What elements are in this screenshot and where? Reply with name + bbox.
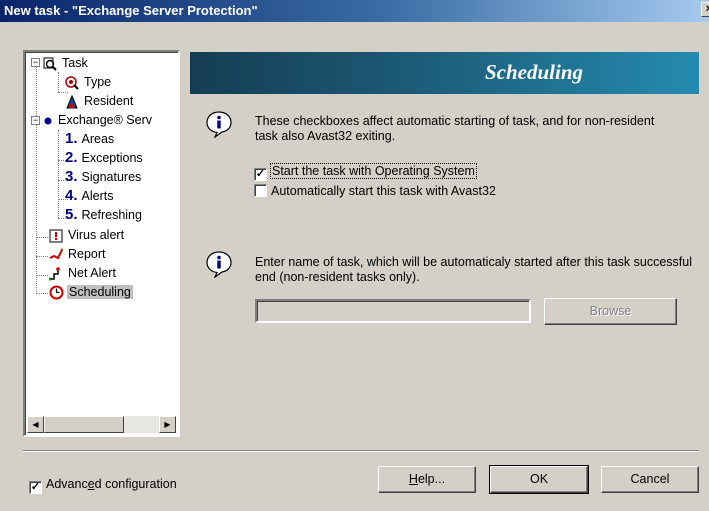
exchange-dot-icon <box>44 117 52 125</box>
window-title: New task - "Exchange Server Protection" <box>4 3 258 18</box>
virus-alert-icon <box>49 229 63 243</box>
tree-item-virus-alert[interactable]: Virus alert <box>49 227 126 245</box>
report-icon <box>49 248 63 260</box>
arrow-left-icon: ◀ <box>32 420 39 429</box>
next-task-name-input[interactable] <box>255 299 531 323</box>
checkbox-start-with-avast[interactable]: Automatically start this task with Avast… <box>254 184 496 200</box>
ok-button[interactable]: OK <box>489 465 589 494</box>
tree-item-exchange[interactable]: Exchange® Serv <box>43 112 154 130</box>
footer-separator <box>23 450 699 452</box>
advanced-label: Advanced configuration <box>46 477 177 491</box>
tree-item-exceptions[interactable]: 2. Exceptions <box>65 150 145 168</box>
number-4-icon: 4. <box>65 187 78 204</box>
info-text-checkboxes: These checkboxes affect automatic starti… <box>255 114 655 143</box>
net-alert-icon <box>49 266 60 281</box>
scroll-thumb[interactable] <box>44 416 124 433</box>
info-icon <box>206 251 232 278</box>
scroll-right-button[interactable]: ▶ <box>159 416 176 433</box>
cancel-button[interactable]: Cancel <box>601 466 699 493</box>
number-1-icon: 1. <box>65 130 78 147</box>
checkbox-avast-box[interactable] <box>254 184 267 197</box>
number-5-icon: 5. <box>65 206 78 223</box>
task-search-icon <box>43 57 57 71</box>
tree-item-task[interactable]: Task <box>43 55 90 73</box>
tree-item-resident[interactable]: Resident <box>65 93 135 111</box>
tree-item-net-alert[interactable]: Net Alert <box>49 265 118 283</box>
tree-item-areas[interactable]: 1. Areas <box>65 131 116 149</box>
tree-item-refreshing[interactable]: 5. Refreshing <box>65 207 144 225</box>
browse-button[interactable]: Browse <box>544 298 677 325</box>
title-bar: New task - "Exchange Server Protection" … <box>0 0 709 22</box>
checkbox-os-box[interactable]: ✓ <box>254 168 267 181</box>
arrow-right-icon: ▶ <box>164 420 171 429</box>
tree-horizontal-scrollbar[interactable]: ◀ ▶ <box>27 416 176 433</box>
help-button[interactable]: Help... <box>378 466 476 493</box>
scheduling-clock-icon <box>49 285 64 300</box>
type-icon <box>65 75 79 90</box>
section-title: Scheduling <box>484 60 584 84</box>
checkbox-start-with-os[interactable]: ✓ Start the task with Operating System <box>254 163 477 181</box>
tree-item-scheduling[interactable]: Scheduling <box>49 284 133 302</box>
tree-item-signatures[interactable]: 3. Signatures <box>65 169 143 187</box>
close-button[interactable]: × <box>701 2 709 17</box>
info-text-next-task: Enter name of task, which will be automa… <box>255 255 692 284</box>
tree-expander-task[interactable]: − <box>31 58 40 67</box>
tree-item-report[interactable]: Report <box>49 246 108 264</box>
section-banner: Scheduling <box>190 52 699 94</box>
number-2-icon: 2. <box>65 149 78 166</box>
settings-tree[interactable]: − − Task Type Resident Exchange® Serv 1.… <box>23 50 180 437</box>
info-icon <box>206 111 232 138</box>
checkbox-advanced-box[interactable]: ✓ <box>29 481 42 494</box>
scroll-left-button[interactable]: ◀ <box>27 416 44 433</box>
dialog-window: New task - "Exchange Server Protection" … <box>0 0 709 511</box>
tree-expander-exchange[interactable]: − <box>31 116 40 125</box>
number-3-icon: 3. <box>65 168 78 185</box>
tree-item-type[interactable]: Type <box>65 74 113 92</box>
tree-item-alerts[interactable]: 4. Alerts <box>65 188 115 206</box>
resident-icon <box>66 94 78 109</box>
checkbox-advanced-configuration[interactable]: ✓ Advanced configuration <box>29 477 177 494</box>
